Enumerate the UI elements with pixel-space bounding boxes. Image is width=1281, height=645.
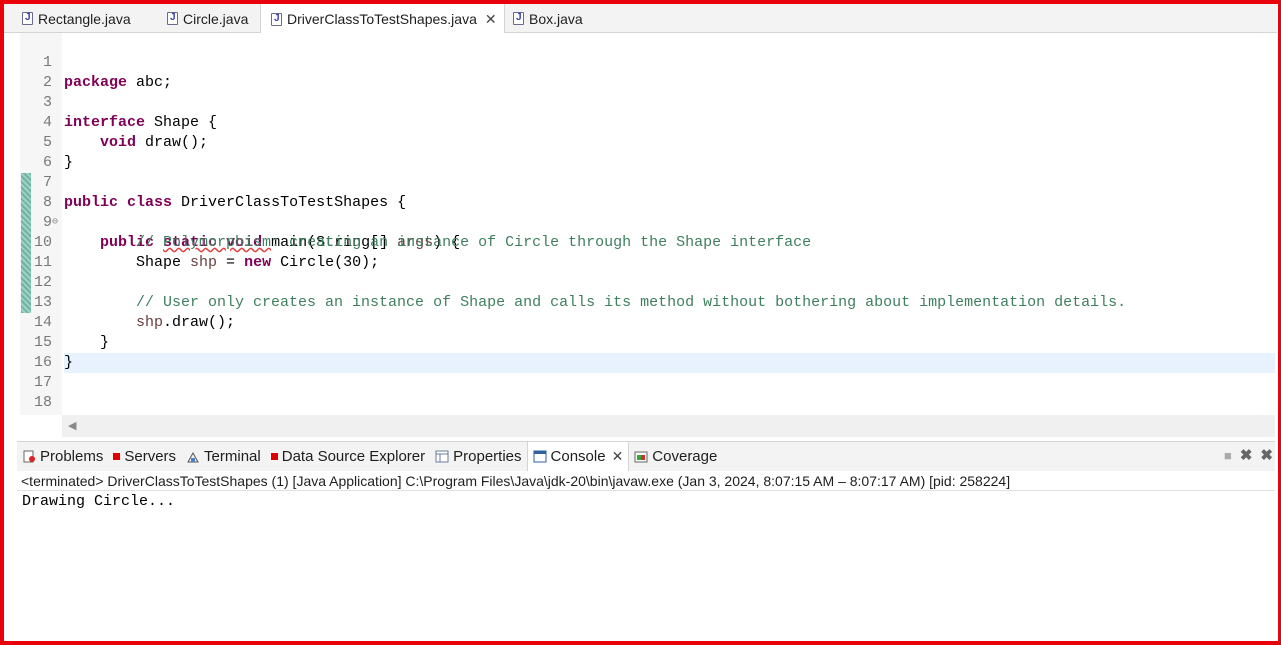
tab-label: Servers: [124, 448, 177, 465]
code-line: 8 ⊖ public static void main(String[] arg…: [4, 173, 1275, 251]
tab-label: Coverage: [652, 448, 718, 465]
tab-label: Console: [550, 448, 606, 465]
remove-launch-icon[interactable]: ✖: [1240, 446, 1253, 464]
data-source-icon: [270, 453, 278, 460]
java-file-icon: [513, 12, 524, 25]
properties-icon: [435, 450, 449, 464]
code-line: 17: [4, 353, 1275, 391]
code-line: 7 public class DriverClassToTestShapes {: [4, 153, 1275, 211]
console-icon: [533, 450, 547, 464]
tab-label: Problems: [40, 448, 104, 465]
code-line: 9 // Polymorphism: creating an instance …: [4, 193, 1275, 251]
tab-circle-java[interactable]: Circle.java: [149, 4, 260, 33]
tab-servers[interactable]: Servers: [108, 442, 181, 472]
tab-label: Terminal: [204, 448, 261, 465]
horizontal-scrollbar[interactable]: ◀: [62, 415, 1275, 437]
tab-label: Data Source Explorer: [281, 448, 426, 465]
tab-label: DriverClassToTestShapes.java: [287, 11, 477, 27]
code-line: 16: [4, 333, 1275, 371]
console-status: <terminated> DriverClassToTestShapes (1)…: [17, 471, 1275, 491]
console-output[interactable]: Drawing Circle...: [17, 491, 1275, 641]
close-icon[interactable]: ✕: [612, 448, 624, 465]
tab-driverclasstotestshapes-java[interactable]: DriverClassToTestShapes.java ✕: [260, 4, 505, 34]
code-line: 3 interface Shape {: [4, 73, 1275, 131]
code-line: 6: [4, 133, 1275, 171]
tab-problems[interactable]: Problems: [17, 442, 108, 472]
tab-rectangle-java[interactable]: Rectangle.java: [4, 4, 149, 33]
code-line: 5 }: [4, 113, 1275, 171]
tab-terminal[interactable]: Terminal: [181, 442, 266, 472]
code-line: 4 void draw();: [4, 93, 1275, 151]
tab-label: Circle.java: [183, 10, 249, 27]
tab-console[interactable]: Console ✕: [526, 441, 630, 472]
close-icon[interactable]: ✕: [485, 11, 497, 28]
tab-label: Properties: [453, 448, 522, 465]
java-file-icon: [167, 12, 178, 25]
code-line: 12 // User only creates an instance of S…: [4, 253, 1275, 311]
panel-tab-bar: Problems Servers Terminal Data Source Ex…: [17, 441, 1275, 472]
code-line: 1 package abc;: [4, 33, 1275, 91]
code-line: 11: [4, 233, 1275, 271]
coverage-icon: [634, 450, 648, 464]
editor-tab-bar: Rectangle.java Circle.java DriverClassTo…: [4, 4, 1277, 34]
tab-box-java[interactable]: Box.java: [505, 4, 591, 33]
terminate-icon[interactable]: ■: [1224, 448, 1232, 463]
tab-data-source-explorer[interactable]: Data Source Explorer: [266, 442, 430, 472]
tab-label: Box.java: [529, 10, 583, 27]
code-line: 13 shp.draw();: [4, 273, 1275, 331]
java-file-icon: [22, 12, 33, 25]
servers-icon: [113, 453, 121, 460]
remove-all-terminated-icon[interactable]: ✖: [1260, 446, 1273, 464]
tab-coverage[interactable]: Coverage: [629, 442, 722, 472]
problems-icon: [22, 450, 36, 464]
console-toolbar: ■ ✖ ✖: [1224, 446, 1273, 464]
code-line: 14 }: [4, 293, 1275, 351]
code-line: 18: [4, 373, 1275, 411]
code-editor[interactable]: 1 package abc; 2 3 interface Shape { 4 v…: [4, 33, 1275, 437]
java-file-icon: [271, 12, 282, 26]
scroll-left-icon[interactable]: ◀: [68, 419, 76, 432]
line-number: 18: [33, 394, 52, 411]
tab-label: Rectangle.java: [38, 10, 131, 27]
tab-properties[interactable]: Properties: [430, 442, 526, 472]
code-line: 10 Shape shp = new Circle(30);: [4, 213, 1275, 271]
code-line: 2: [4, 53, 1275, 91]
code-line: 15 }: [4, 313, 1275, 371]
terminal-icon: [186, 450, 200, 464]
